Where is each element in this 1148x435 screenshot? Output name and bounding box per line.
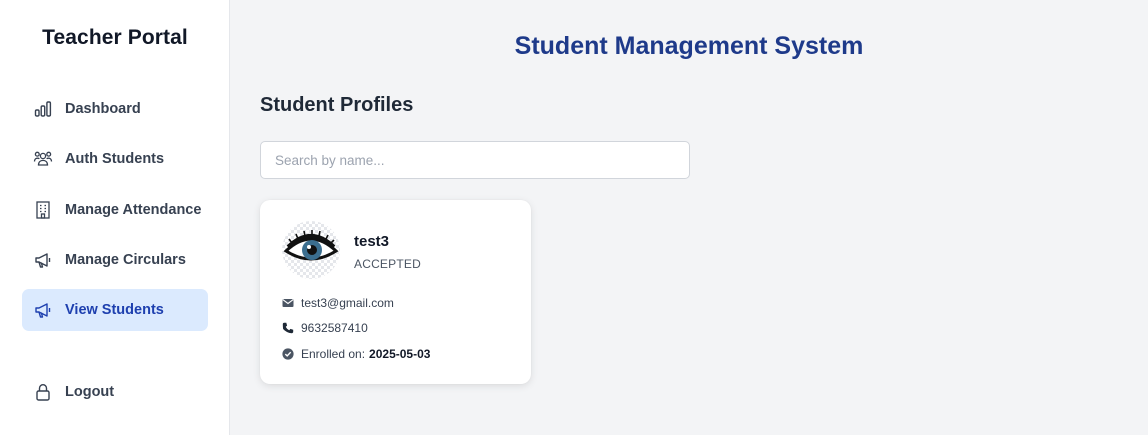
sidebar: Teacher Portal Dashboard Auth Students M… [0,0,230,435]
status-badge: ACCEPTED [354,257,421,271]
sidebar-item-dashboard[interactable]: Dashboard [22,88,208,130]
student-email: test3@gmail.com [301,296,394,310]
email-row: test3@gmail.com [282,296,394,310]
search-input[interactable] [260,141,690,179]
student-card[interactable]: test3 ACCEPTED test3@gmail.com 963258741… [260,200,531,384]
megaphone-icon [33,250,53,270]
page-title: Student Management System [514,32,864,60]
check-circle-icon [282,348,294,360]
logout-button[interactable]: Logout [22,371,208,413]
sidebar-item-label: View Students [65,302,164,318]
enrolled-row: Enrolled on: 2025-05-03 [282,347,430,361]
student-name: test3 [354,233,390,250]
bar-chart-icon [33,99,53,119]
main-content: Student Management System Student Profil… [230,0,1148,435]
phone-row: 9632587410 [282,321,368,335]
sidebar-item-manage-attendance[interactable]: Manage Attendance [22,189,208,231]
building-icon [33,200,53,220]
sidebar-item-view-students[interactable]: View Students [22,289,208,331]
logout-label: Logout [65,384,115,400]
lock-icon [33,382,53,402]
phone-icon [282,322,294,334]
sidebar-item-label: Manage Circulars [65,252,186,268]
sidebar-item-label: Auth Students [65,151,165,167]
avatar [282,221,340,279]
sidebar-item-manage-circulars[interactable]: Manage Circulars [22,239,208,281]
envelope-icon [282,297,294,309]
brand-title: Teacher Portal [42,26,188,49]
megaphone-icon [33,300,53,320]
sidebar-item-label: Manage Attendance [65,202,202,218]
enrolled-label: Enrolled on: [301,347,366,361]
section-title: Student Profiles [260,94,414,116]
enrolled-date: 2025-05-03 [369,347,431,361]
users-icon [33,149,53,169]
student-phone: 9632587410 [301,321,368,335]
sidebar-item-auth-students[interactable]: Auth Students [22,138,208,180]
sidebar-item-label: Dashboard [65,101,141,117]
app-root: Teacher Portal Dashboard Auth Students M… [0,0,1148,435]
